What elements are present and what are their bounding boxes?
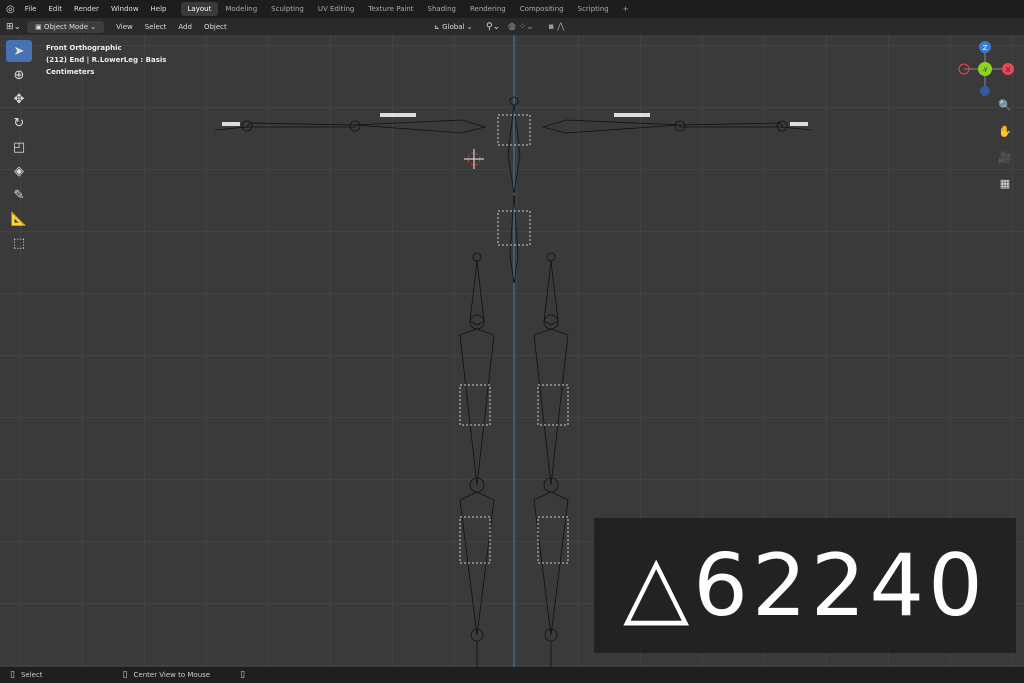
view-name: Front Orthographic xyxy=(46,44,122,52)
bone-r-upperarm xyxy=(354,119,487,134)
tab-uv-editing[interactable]: UV Editing xyxy=(311,2,362,16)
mouse-left-icon: ▯ xyxy=(10,670,15,680)
add-cube-tool-icon[interactable]: ⬚ xyxy=(6,232,32,254)
tab-scripting[interactable]: Scripting xyxy=(571,2,616,16)
editor-type-icon[interactable]: ⊞⌄ xyxy=(6,22,21,32)
scale-tool-icon[interactable]: ◰ xyxy=(6,136,32,158)
gizmo-neg-z xyxy=(980,86,990,96)
gizmo-y-label: -Y xyxy=(982,67,987,74)
bone-r-upperleg xyxy=(459,328,495,486)
blender-logo-icon[interactable]: ◎ xyxy=(6,4,15,15)
mouse-right-icon: ▯ xyxy=(240,670,246,680)
camera-icon[interactable]: 🎥 xyxy=(996,148,1014,166)
orientation-label: Global xyxy=(442,22,465,31)
units-label: Centimeters xyxy=(46,68,95,76)
menu-render[interactable]: Render xyxy=(68,5,105,13)
top-bar: ◎ File Edit Render Window Help Layout Mo… xyxy=(0,0,1024,18)
cursor-tool-icon[interactable]: ⊕ xyxy=(6,64,32,86)
bone-r-forearm xyxy=(246,122,356,128)
move-tool-icon[interactable]: ✥ xyxy=(6,88,32,110)
viewport-header: ⊞⌄ ▣ Object Mode ⌄ View Select Add Objec… xyxy=(0,18,1024,49)
status-select: Select xyxy=(20,671,43,679)
tab-sculpting[interactable]: Sculpting xyxy=(264,2,311,16)
menu-object[interactable]: Object xyxy=(198,21,233,33)
add-workspace-button[interactable]: + xyxy=(616,2,636,16)
bone-l-upperarm xyxy=(541,119,681,134)
rotate-tool-icon[interactable]: ↻ xyxy=(6,112,32,134)
menu-help[interactable]: Help xyxy=(145,5,173,13)
select-box-tool-icon[interactable]: ➤ xyxy=(6,40,32,62)
3d-cursor-icon xyxy=(464,149,484,169)
zoom-icon[interactable]: 🔍 xyxy=(996,96,1014,114)
menu-view[interactable]: View xyxy=(110,21,139,33)
navigation-controls: 🔍 ✋ 🎥 ▦ xyxy=(996,96,1014,192)
shape-key-markers xyxy=(222,113,808,564)
tab-shading[interactable]: Shading xyxy=(421,2,463,16)
gizmo-x-label: X xyxy=(1006,66,1011,74)
mouse-middle-icon: ▯ xyxy=(122,670,128,680)
tab-compositing[interactable]: Compositing xyxy=(513,2,571,16)
menu-window[interactable]: Window xyxy=(105,5,145,13)
bone-l-forearm xyxy=(679,122,784,128)
status-bar: ▯ Select ▯ Center View to Mouse ▯ xyxy=(0,667,1024,683)
proportional-edit-icon[interactable]: ▪ ⋀ xyxy=(548,22,564,32)
bone-l-upperleg xyxy=(533,328,569,486)
menu-select[interactable]: Select xyxy=(139,21,173,33)
snap-icon[interactable]: ◍ ⁘⌄ xyxy=(508,22,534,32)
menu-file[interactable]: File xyxy=(19,5,43,13)
pan-hand-icon[interactable]: ✋ xyxy=(996,122,1014,140)
orientation-dropdown[interactable]: ⊾ Global ⌄ xyxy=(428,21,479,33)
toolbar: ➤ ⊕ ✥ ↻ ◰ ◈ ✎ 📐 ⬚ xyxy=(6,40,34,256)
tab-modeling[interactable]: Modeling xyxy=(218,2,264,16)
transform-tool-icon[interactable]: ◈ xyxy=(6,160,32,182)
pivot-icon[interactable]: ⚲⌄ xyxy=(486,22,500,32)
gizmo-z-label: Z xyxy=(983,44,988,52)
annotate-tool-icon[interactable]: ✎ xyxy=(6,184,32,206)
measure-tool-icon[interactable]: 📐 xyxy=(6,208,32,230)
mode-dropdown[interactable]: ▣ Object Mode ⌄ xyxy=(27,20,105,33)
menu-edit[interactable]: Edit xyxy=(42,5,68,13)
delta-value-overlay: △62240 xyxy=(594,518,1016,653)
status-center-view: Center View to Mouse xyxy=(133,671,211,679)
menu-add[interactable]: Add xyxy=(172,21,198,33)
tab-rendering[interactable]: Rendering xyxy=(463,2,513,16)
navigation-gizmo: X Z -Y xyxy=(958,41,1014,96)
viewport-info: Front Orthographic (212) End | R.LowerLe… xyxy=(46,42,166,78)
grid-icon[interactable]: ▦ xyxy=(996,174,1014,192)
tab-texture-paint[interactable]: Texture Paint xyxy=(361,2,420,16)
tab-layout[interactable]: Layout xyxy=(180,2,219,16)
mode-label: Object Mode xyxy=(43,22,89,31)
active-object-info: (212) End | R.LowerLeg : Basis xyxy=(46,56,167,64)
